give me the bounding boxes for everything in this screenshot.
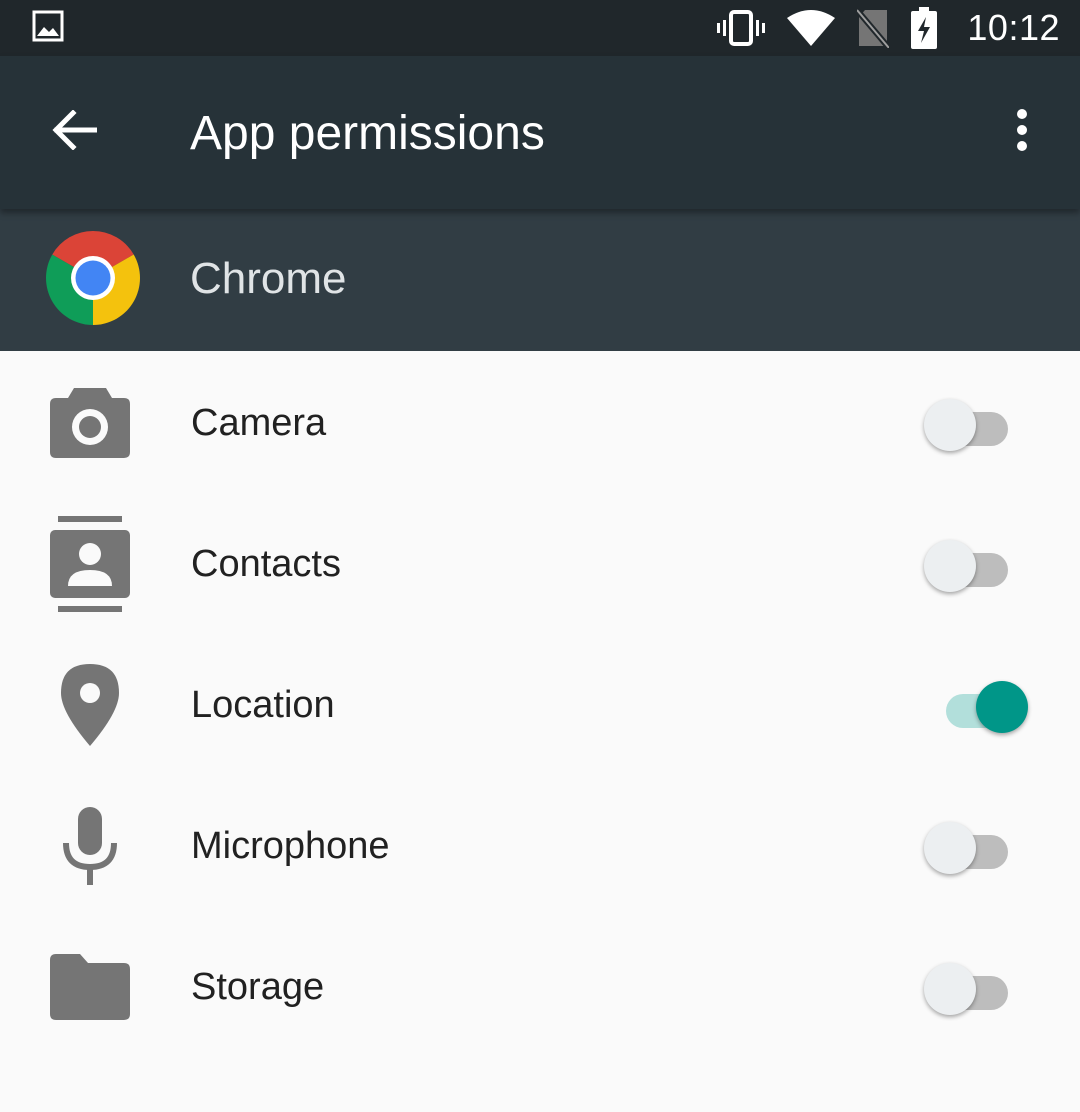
more-vert-icon	[1017, 109, 1027, 151]
page-title: App permissions	[190, 107, 545, 160]
permission-label: Camera	[191, 402, 327, 444]
switch-thumb	[976, 681, 1028, 733]
permission-list: Camera Contacts Location Microphone Stor…	[0, 351, 1080, 1056]
switch-thumb	[924, 822, 976, 874]
switch-thumb	[924, 963, 976, 1015]
camera-icon	[48, 381, 132, 465]
permission-label: Storage	[191, 966, 325, 1008]
location-toggle[interactable]	[920, 677, 1032, 735]
folder-icon	[48, 945, 132, 1029]
wifi-icon	[787, 10, 836, 46]
contacts-toggle[interactable]	[920, 536, 1032, 594]
permission-row-microphone[interactable]: Microphone	[0, 774, 1080, 915]
no-sim-icon	[857, 8, 890, 48]
app-bar: App permissions	[0, 56, 1080, 209]
overflow-menu-button[interactable]	[1000, 100, 1044, 160]
status-clock: 10:12	[967, 7, 1060, 48]
camera-toggle[interactable]	[920, 395, 1032, 453]
microphone-icon	[48, 804, 132, 888]
app-name: Chrome	[190, 254, 347, 303]
vibrate-icon	[717, 10, 766, 46]
battery-charging-icon	[911, 7, 938, 49]
permission-row-contacts[interactable]: Contacts	[0, 492, 1080, 633]
permission-label: Location	[191, 684, 335, 726]
storage-toggle[interactable]	[920, 959, 1032, 1017]
app-header: Chrome	[0, 209, 1080, 351]
microphone-toggle[interactable]	[920, 818, 1032, 876]
back-button[interactable]	[44, 100, 104, 160]
switch-thumb	[924, 540, 976, 592]
status-bar: 10:12	[0, 0, 1080, 56]
switch-thumb	[924, 399, 976, 451]
permission-row-storage[interactable]: Storage	[0, 915, 1080, 1056]
permission-row-camera[interactable]: Camera	[0, 351, 1080, 492]
permission-label: Microphone	[191, 825, 390, 867]
permission-row-location[interactable]: Location	[0, 633, 1080, 774]
permission-label: Contacts	[191, 543, 341, 585]
arrow-back-icon	[52, 110, 97, 150]
contacts-icon	[48, 516, 132, 612]
image-notification-icon	[32, 10, 64, 47]
location-icon	[48, 663, 132, 747]
chrome-logo-icon	[44, 229, 142, 327]
